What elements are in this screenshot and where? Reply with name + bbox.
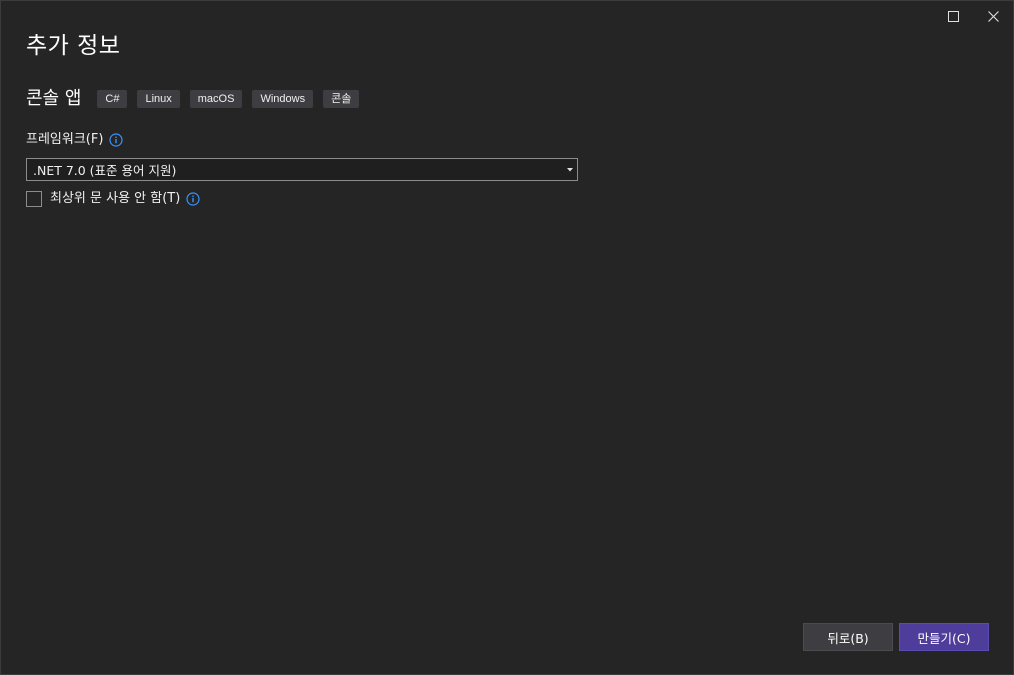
dialog-window: 추가 정보 콘솔 앱 C# Linux macOS Windows 콘솔 프레임… (0, 0, 1014, 675)
page-title: 추가 정보 (26, 33, 121, 59)
back-button[interactable]: 뒤로(B) (803, 623, 893, 651)
framework-label-row: 프레임워크(F) (26, 131, 124, 149)
maximize-button[interactable] (933, 1, 973, 31)
framework-label: 프레임워크(F) (26, 132, 104, 147)
top-level-statements-row: 최상위 문 사용 안 함(T) (26, 190, 200, 208)
close-icon (987, 10, 999, 22)
close-button[interactable] (973, 1, 1013, 31)
framework-select[interactable]: .NET 7.0 (표준 용어 지원) (26, 158, 578, 181)
top-level-statements-label[interactable]: 최상위 문 사용 안 함(T) (50, 190, 180, 208)
window-controls (933, 1, 1013, 31)
tag-macos: macOS (189, 90, 243, 108)
template-name: 콘솔 앱 (26, 88, 82, 109)
info-icon[interactable] (109, 133, 124, 147)
chevron-down-icon (563, 159, 577, 180)
template-tags: C# Linux macOS Windows 콘솔 (97, 90, 369, 108)
info-icon[interactable] (186, 192, 200, 206)
tag-console: 콘솔 (323, 90, 360, 108)
maximize-icon (947, 10, 959, 22)
template-header: 콘솔 앱 C# Linux macOS Windows 콘솔 (26, 86, 369, 112)
framework-selected-value: .NET 7.0 (표준 용어 지원) (33, 163, 177, 178)
tag-csharp: C# (97, 90, 128, 108)
create-button[interactable]: 만들기(C) (899, 623, 989, 651)
top-level-statements-checkbox[interactable] (26, 191, 42, 207)
tag-windows: Windows (252, 90, 314, 108)
tag-linux: Linux (137, 90, 180, 108)
